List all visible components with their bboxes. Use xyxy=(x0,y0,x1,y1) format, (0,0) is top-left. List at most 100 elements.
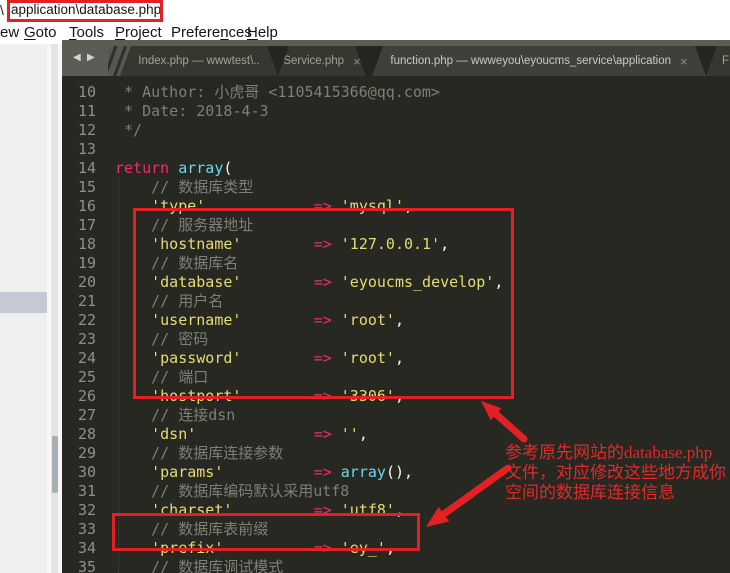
code-text: // 数据库类型 xyxy=(115,178,254,196)
list-selection-block[interactable] xyxy=(0,292,47,313)
code-text: 'charset' => 'utf8', xyxy=(151,501,404,519)
tab-service-php[interactable]: Service.php × xyxy=(278,46,366,76)
line-number: 24 xyxy=(77,349,96,367)
code-text: * Date: 2018-4-3 xyxy=(115,102,269,120)
code-text: // 密码 xyxy=(115,330,209,348)
scrollbar-thumb[interactable] xyxy=(52,436,58,493)
line-number: 28 xyxy=(77,425,96,443)
code-text: // 端口 xyxy=(115,368,209,386)
title-path-partial: \ xyxy=(0,2,4,18)
line-number: 13 xyxy=(77,140,96,158)
screenshot-root: \ application\database.php ew Goto Tools Pr… xyxy=(0,0,730,573)
code-line: 17 // 服务器地址 xyxy=(62,216,730,235)
code-line: 34 'prefix' => 'ey_', xyxy=(62,539,730,558)
line-number: 12 xyxy=(77,121,96,139)
code-text: 'prefix' => 'ey_', xyxy=(151,539,395,557)
line-number: 25 xyxy=(77,368,96,386)
code-text: // 服务器地址 xyxy=(115,216,254,234)
code-line: 15 // 数据库类型 xyxy=(62,178,730,197)
code-line: 11 * Date: 2018-4-3 xyxy=(62,102,730,121)
code-line: 30 'params' => array(), xyxy=(62,463,730,482)
line-number: 21 xyxy=(77,292,96,310)
editor-tab-bar: ◀ ▶ Index.php — wwwtest\.. Service.php ×… xyxy=(62,40,730,76)
code-text: 'password' => 'root', xyxy=(151,349,404,367)
line-number: 11 xyxy=(77,102,96,120)
code-text: return array( xyxy=(115,159,233,177)
code-text: */ xyxy=(115,121,143,139)
code-line: 25 // 端口 xyxy=(62,368,730,387)
line-number: 31 xyxy=(77,482,96,500)
code-text: // 连接dsn xyxy=(115,406,236,424)
code-text: // 数据库调试模式 xyxy=(115,558,284,573)
close-icon[interactable]: × xyxy=(353,55,361,68)
code-line: 29 // 数据库连接参数 xyxy=(62,444,730,463)
line-number: 10 xyxy=(77,83,96,101)
line-number: 34 xyxy=(77,539,96,557)
tab-label: Service.php xyxy=(283,55,345,67)
line-number: 26 xyxy=(77,387,96,405)
code-line: 31 // 数据库编码默认采用utf8 xyxy=(62,482,730,501)
tab-label: Index.php — wwwtest\.. xyxy=(138,55,260,67)
code-line: 32 'charset' => 'utf8', xyxy=(62,501,730,520)
code-line: 16 'type' => 'mysql', xyxy=(62,197,730,216)
tab-scroll-left-icon[interactable]: ◀ xyxy=(73,52,81,63)
line-number: 27 xyxy=(77,406,96,424)
code-text: 'username' => 'root', xyxy=(151,311,404,329)
code-text: // 数据库名 xyxy=(115,254,239,272)
code-editor[interactable]: 10 * Author: 小虎哥 <1105415366@qq.com> 11 *… xyxy=(62,76,730,573)
scrollbar-track[interactable] xyxy=(51,44,58,573)
line-number: 35 xyxy=(77,558,96,573)
code-line: 26 'hostport' => '3306', xyxy=(62,387,730,406)
code-line: 33 // 数据库表前缀 xyxy=(62,520,730,539)
code-line: 12 */ xyxy=(62,121,730,140)
menu-item-goto[interactable]: Goto xyxy=(24,22,57,44)
line-number: 32 xyxy=(77,501,96,519)
window-title-bar: \ application\database.php xyxy=(0,0,730,22)
window-title: application\database.php xyxy=(11,2,162,17)
code-line: 21 // 用户名 xyxy=(62,292,730,311)
code-line: 19 // 数据库名 xyxy=(62,254,730,273)
line-number: 17 xyxy=(77,216,96,234)
code-line: 13 xyxy=(62,140,730,159)
code-text: 'hostport' => '3306', xyxy=(151,387,404,405)
line-number: 15 xyxy=(77,178,96,196)
code-text: // 用户名 xyxy=(115,292,224,310)
line-number: 29 xyxy=(77,444,96,462)
line-number: 20 xyxy=(77,273,96,291)
background-window-panel xyxy=(0,44,62,573)
code-line: 28 'dsn' => '', xyxy=(62,425,730,444)
code-text: // 数据库表前缀 xyxy=(115,520,269,538)
line-number: 22 xyxy=(77,311,96,329)
code-line: 35 // 数据库调试模式 xyxy=(62,558,730,573)
indent-guide xyxy=(118,176,119,573)
code-line: 18 'hostname' => '127.0.0.1', xyxy=(62,235,730,254)
menu-item-view-partial[interactable]: ew xyxy=(0,22,19,44)
close-icon[interactable]: × xyxy=(680,55,688,68)
code-text: // 数据库编码默认采用utf8 xyxy=(115,482,350,500)
line-number: 33 xyxy=(77,520,96,538)
code-text: 'hostname' => '127.0.0.1', xyxy=(151,235,450,253)
tab-label: function.php — wwweyou\eyoucms_service\a… xyxy=(390,55,672,67)
tab-partial[interactable]: F xyxy=(706,46,730,76)
code-line: 20 'database' => 'eyoucms_develop', xyxy=(62,273,730,292)
code-line: 14 return array( xyxy=(62,159,730,178)
code-text: 'database' => 'eyoucms_develop', xyxy=(151,273,504,291)
tab-index-php[interactable]: Index.php — wwwtest\.. xyxy=(120,46,278,76)
tab-label: F xyxy=(722,55,730,67)
tab-nav-block: ◀ ▶ xyxy=(62,40,108,76)
tab-bar-top-strip xyxy=(62,40,730,46)
code-line: 24 'password' => 'root', xyxy=(62,349,730,368)
code-text: 'dsn' => '', xyxy=(151,425,368,443)
tab-scroll-right-icon[interactable]: ▶ xyxy=(87,52,95,63)
tab-function-php-active[interactable]: function.php — wwweyou\eyoucms_service\a… xyxy=(372,46,706,76)
code-line: 27 // 连接dsn xyxy=(62,406,730,425)
line-number: 14 xyxy=(77,159,96,177)
line-number: 19 xyxy=(77,254,96,272)
code-line: 23 // 密码 xyxy=(62,330,730,349)
code-text: 'type' => 'mysql', xyxy=(151,197,414,215)
code-line: 10 * Author: 小虎哥 <1105415366@qq.com> xyxy=(62,83,730,102)
line-number: 16 xyxy=(77,197,96,215)
code-line: 22 'username' => 'root', xyxy=(62,311,730,330)
code-text: // 数据库连接参数 xyxy=(115,444,284,462)
code-text: * Author: 小虎哥 <1105415366@qq.com> xyxy=(115,83,440,101)
